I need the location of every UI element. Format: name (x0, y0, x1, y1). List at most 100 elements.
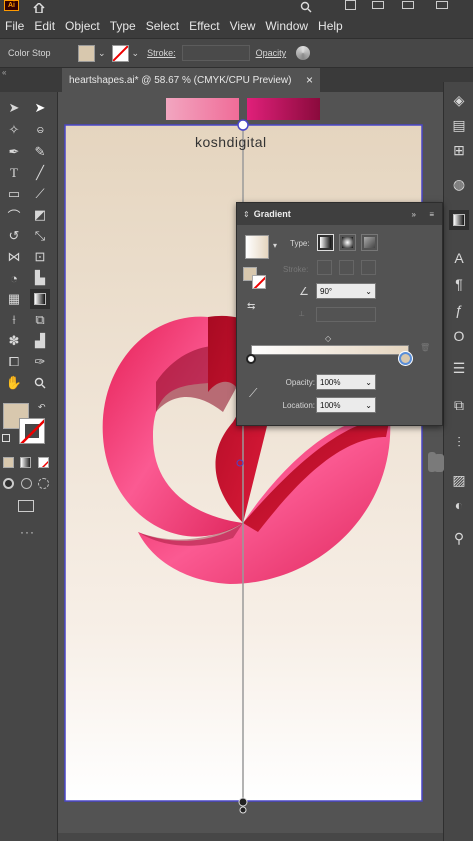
recolor-icon[interactable] (296, 46, 311, 60)
expand-panel-icon[interactable]: » (412, 210, 416, 219)
radial-gradient-button[interactable] (339, 234, 356, 251)
gradient-end-stop[interactable] (239, 806, 247, 814)
hand-icon[interactable]: ✋ (4, 373, 24, 393)
graph-icon[interactable]: ▟ (30, 331, 50, 351)
layers-icon[interactable]: ◈ (449, 90, 469, 110)
rectangle-icon[interactable]: ▭ (4, 184, 24, 204)
chevron-down-icon[interactable]: ▾ (273, 241, 277, 250)
window-control[interactable] (436, 1, 448, 9)
scale-icon[interactable]: ⤡ (30, 226, 50, 246)
chevron-down-icon[interactable]: ⌄ (365, 287, 372, 296)
panel-menu-icon[interactable]: ≡ (429, 210, 434, 219)
free-transform-icon[interactable]: ⊡ (30, 247, 50, 267)
line-icon[interactable]: ╱ (30, 163, 50, 183)
menu-object[interactable]: Object (60, 19, 105, 33)
gradient-panel-header[interactable]: ⇕ Gradient » ≡ (237, 203, 442, 225)
midpoint-diamond-icon[interactable]: ◇ (325, 334, 331, 343)
gradient-slider[interactable] (251, 345, 409, 355)
eyedropper-icon[interactable]: ⟊ (4, 310, 24, 330)
properties-icon[interactable]: ▤ (449, 115, 469, 135)
align-icon[interactable]: ☰ (449, 358, 469, 378)
curvature-icon[interactable]: ✎ (30, 142, 50, 162)
panel-collapse-icon[interactable]: « (2, 68, 6, 77)
stroke-weight-field[interactable] (181, 45, 250, 61)
appearance-icon[interactable]: ◍ (449, 174, 469, 194)
gradient-tool-icon[interactable] (30, 289, 50, 309)
scroll-thumb[interactable] (434, 454, 444, 472)
distribute-icon[interactable]: ⫶ (449, 432, 469, 452)
menu-type[interactable]: Type (105, 19, 141, 33)
chevron-down-icon[interactable]: ⌄ (365, 401, 372, 410)
pathfinder-icon[interactable]: ⧉ (449, 395, 469, 415)
lasso-icon[interactable]: ဓ (30, 120, 50, 140)
gradient-stop-end[interactable] (399, 352, 412, 365)
none-mode-icon[interactable] (38, 457, 49, 468)
pen-icon[interactable]: ✒ (4, 142, 24, 162)
paintbrush-icon[interactable]: ⟋ (30, 184, 50, 204)
menu-file[interactable]: File (0, 19, 29, 33)
gradient-origin-handle[interactable] (237, 119, 249, 131)
screen-mode-icon[interactable] (18, 500, 34, 512)
paragraph-icon[interactable]: ¶ (449, 274, 469, 294)
menu-effect[interactable]: Effect (184, 19, 224, 33)
draw-behind-icon[interactable] (21, 478, 32, 489)
shape-builder-icon[interactable]: ◔ (4, 268, 24, 288)
eyedropper-icon[interactable]: ⟋ (249, 386, 257, 401)
gradient-preview-swatch[interactable] (245, 235, 269, 259)
gradient-mode-icon[interactable] (20, 457, 31, 468)
fill-swatch[interactable] (78, 44, 95, 62)
puppet-icon[interactable]: ⚲ (449, 528, 469, 548)
magic-wand-icon[interactable]: ✧ (4, 120, 24, 140)
opacity-label[interactable]: Opacity (256, 48, 287, 58)
transparency-icon[interactable]: ◐ (449, 495, 469, 515)
menu-help[interactable]: Help (313, 19, 348, 33)
opacity-field[interactable]: 100% ⌄ (316, 374, 376, 390)
window-control[interactable] (372, 1, 384, 9)
menu-view[interactable]: View (225, 19, 261, 33)
draw-inside-icon[interactable] (38, 478, 49, 489)
menu-select[interactable]: Select (141, 19, 184, 33)
zoom-icon[interactable] (30, 373, 50, 393)
document-tab[interactable]: heartshapes.ai* @ 58.67 % (CMYK/CPU Prev… (62, 68, 320, 92)
gradient-panel-icon[interactable] (449, 210, 469, 230)
symbol-sprayer-icon[interactable]: ✽ (4, 331, 24, 351)
collapse-arrows-icon[interactable]: ⇕ (243, 210, 250, 219)
live-paint-icon[interactable]: ▙ (30, 268, 50, 288)
home-icon[interactable] (33, 0, 45, 14)
angle-field[interactable]: 90° ⌄ (316, 283, 376, 299)
chevron-down-icon[interactable]: ⌄ (98, 48, 106, 59)
transform-icon[interactable]: ⊞ (449, 140, 469, 160)
more-tools-icon[interactable]: ··· (20, 525, 35, 539)
menu-window[interactable]: Window (260, 19, 313, 33)
gradient-end-handle[interactable] (238, 797, 248, 807)
chevron-down-icon[interactable]: ⌄ (132, 48, 140, 59)
window-control[interactable] (402, 1, 414, 9)
stroke-color-box[interactable] (19, 418, 45, 444)
color-mode-icon[interactable] (3, 457, 14, 468)
arrange-icon[interactable] (345, 0, 356, 10)
slice-icon[interactable]: ✑ (30, 352, 50, 372)
artboard-icon[interactable]: ⧠ (4, 352, 24, 372)
opentype-icon[interactable]: O (449, 326, 469, 346)
eraser-icon[interactable]: ◩ (30, 205, 50, 225)
chevron-down-icon[interactable]: ⌄ (365, 378, 372, 387)
swap-fill-stroke-icon[interactable]: ↶ (38, 402, 46, 413)
type-icon[interactable]: T (4, 163, 24, 183)
menu-edit[interactable]: Edit (29, 19, 60, 33)
draw-normal-icon[interactable] (3, 478, 14, 489)
default-colors-icon[interactable] (2, 434, 10, 442)
location-field[interactable]: 100% ⌄ (316, 397, 376, 413)
glyphs-icon[interactable]: ƒ (449, 300, 469, 320)
search-icon[interactable] (300, 0, 312, 13)
character-icon[interactable]: A (449, 248, 469, 268)
mesh-icon[interactable]: ▦ (4, 289, 24, 309)
shaper-icon[interactable]: ⌒ (4, 205, 24, 225)
freeform-gradient-button[interactable] (361, 234, 378, 251)
blend-icon[interactable]: ⧉ (30, 310, 50, 330)
reverse-gradient-icon[interactable]: ⇆ (247, 301, 255, 312)
close-icon[interactable]: × (306, 73, 313, 87)
width-icon[interactable]: ⋈ (4, 247, 24, 267)
direct-selection-icon[interactable]: ➤ (30, 98, 50, 118)
stroke-swatch[interactable] (111, 44, 129, 62)
panel-stroke-swatch[interactable] (252, 275, 266, 289)
